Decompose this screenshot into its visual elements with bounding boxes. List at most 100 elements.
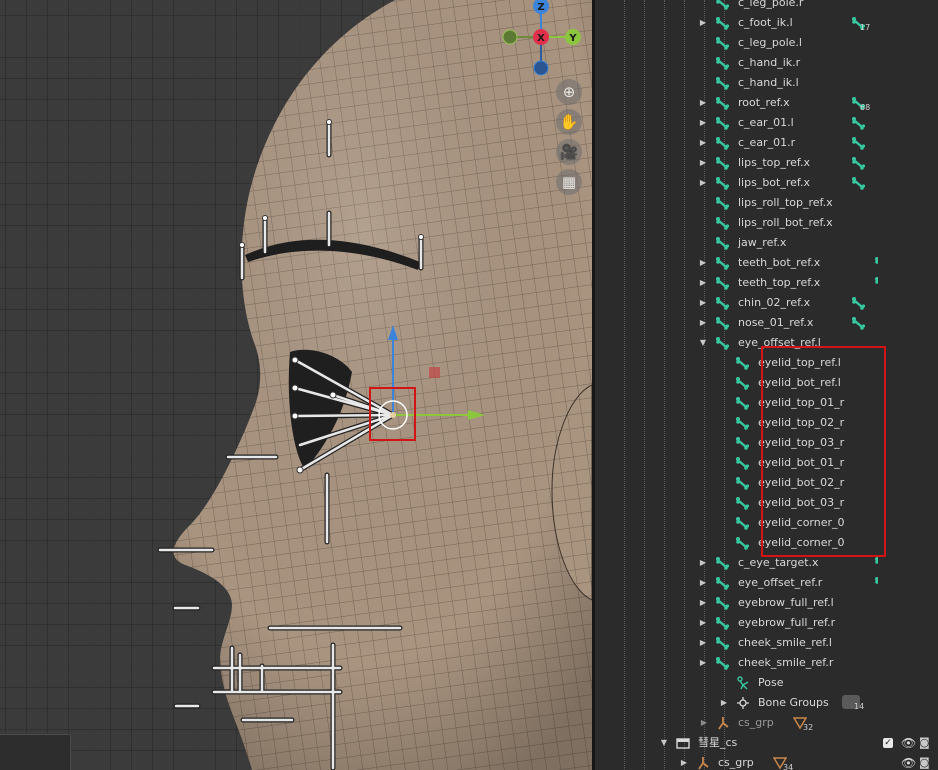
bone-row[interactable]: ▼ eye_offset_ref.l: [595, 333, 938, 353]
bone-row[interactable]: eyelid_bot_ref.l: [595, 373, 938, 393]
child-bone-icon: [851, 136, 866, 150]
bone-row[interactable]: ▶ teeth_bot_ref.x: [595, 253, 938, 273]
3d-viewport[interactable]: Z X Y ⊕ ✋ 🎥 ▦: [0, 0, 592, 770]
bone-row[interactable]: ▶ eyebrow_full_ref.l: [595, 593, 938, 613]
bone-row[interactable]: c_hand_ik.r: [595, 53, 938, 73]
expand-arrow-icon[interactable]: ▶: [698, 633, 708, 653]
bone-label: eyelid_top_02_r: [758, 416, 845, 429]
bone-row[interactable]: c_leg_pole.r: [595, 0, 938, 13]
expand-arrow-icon[interactable]: ▶: [698, 273, 708, 293]
bone-row[interactable]: ▶ lips_top_ref.x: [595, 153, 938, 173]
outliner-panel[interactable]: c_leg_pole.r ▶ c_foot_ik.l 17 c_leg_pole.l c_…: [595, 0, 938, 770]
ortho-grid-icon[interactable]: ▦: [556, 169, 582, 195]
bone-row[interactable]: eyelid_top_03_r: [595, 433, 938, 453]
armature-icon: [718, 717, 729, 730]
zoom-icon[interactable]: ⊕: [556, 79, 582, 105]
bone-icon: [715, 636, 730, 650]
bone-label: c_eye_target.x: [738, 556, 819, 569]
expand-arrow-icon[interactable]: ▶: [698, 593, 708, 613]
camera-view-icon[interactable]: 🎥: [556, 139, 582, 165]
render-camera-icon[interactable]: ◙: [919, 733, 930, 753]
expand-arrow-icon[interactable]: ▶: [698, 653, 708, 673]
bone-icon: [735, 436, 750, 450]
bone-row[interactable]: eyelid_top_ref.l: [595, 353, 938, 373]
bone-row[interactable]: ▶ root_ref.x 68: [595, 93, 938, 113]
pose-row[interactable]: Pose: [595, 673, 938, 693]
bone-row[interactable]: c_hand_ik.l: [595, 73, 938, 93]
cs-grp-row[interactable]: ▶ cs_grp 34 👁 ◙: [595, 753, 938, 770]
bone-row[interactable]: eyelid_top_01_r: [595, 393, 938, 413]
bone-label: root_ref.x: [738, 96, 790, 109]
pose-icon: [737, 676, 749, 690]
bone-groups-row[interactable]: ▶ Bone Groups 14: [595, 693, 938, 713]
bone-row[interactable]: ▶ lips_bot_ref.x: [595, 173, 938, 193]
expand-arrow-icon[interactable]: ▶: [698, 113, 708, 133]
bone-label: cheek_smile_ref.r: [738, 656, 834, 669]
collapse-arrow-icon[interactable]: ▼: [698, 333, 708, 353]
expand-arrow-icon[interactable]: ▶: [698, 153, 708, 173]
armature-icon: [698, 757, 709, 770]
bone-row[interactable]: c_leg_pole.l: [595, 33, 938, 53]
bone-icon: [715, 236, 730, 250]
expand-arrow-icon[interactable]: ▶: [698, 13, 708, 33]
expand-arrow-icon[interactable]: ▶: [699, 713, 709, 733]
cs-grp-row[interactable]: ▶ cs_grp 32: [595, 713, 938, 733]
bone-icon: [715, 116, 730, 130]
bone-row[interactable]: ▶ eye_offset_ref.r: [595, 573, 938, 593]
bone-label: nose_01_ref.x: [738, 316, 814, 329]
bone-row[interactable]: eyelid_corner_0: [595, 513, 938, 533]
bone-row[interactable]: ▶ cheek_smile_ref.r: [595, 653, 938, 673]
bone-row[interactable]: eyelid_top_02_r: [595, 413, 938, 433]
bone-icon: [715, 336, 730, 350]
expand-arrow-icon[interactable]: ▶: [719, 693, 729, 713]
expand-arrow-icon[interactable]: ▶: [698, 93, 708, 113]
bone-row[interactable]: ▶ nose_01_ref.x: [595, 313, 938, 333]
bone-icon: [735, 536, 750, 550]
bone-icon: [715, 556, 730, 570]
bone-row[interactable]: eyelid_bot_01_r: [595, 453, 938, 473]
bone-row[interactable]: ▶ c_ear_01.r: [595, 133, 938, 153]
expand-arrow-icon[interactable]: ▶: [698, 293, 708, 313]
bone-row[interactable]: ▶ c_eye_target.x: [595, 553, 938, 573]
bone-row[interactable]: ▶ eyebrow_full_ref.r: [595, 613, 938, 633]
bone-icon: [735, 396, 750, 410]
bone-icon: [715, 256, 730, 270]
cs-grp-count: 32: [803, 723, 814, 732]
bone-row[interactable]: ▶ chin_02_ref.x: [595, 293, 938, 313]
expand-arrow-icon[interactable]: ▶: [698, 133, 708, 153]
expand-arrow-icon[interactable]: ▶: [698, 613, 708, 633]
bone-row[interactable]: eyelid_bot_02_r: [595, 473, 938, 493]
bone-row[interactable]: jaw_ref.x: [595, 233, 938, 253]
expand-arrow-icon[interactable]: ▶: [698, 173, 708, 193]
bone-row[interactable]: ▶ cheek_smile_ref.l: [595, 633, 938, 653]
expand-arrow-icon[interactable]: ▶: [679, 753, 689, 770]
bone-row[interactable]: eyelid_corner_0: [595, 533, 938, 553]
child-bone-icon: [851, 296, 866, 310]
bone-row[interactable]: ▶ c_ear_01.l: [595, 113, 938, 133]
expand-arrow-icon[interactable]: ▶: [698, 253, 708, 273]
child-bone-icon: [851, 176, 866, 190]
include-checkbox[interactable]: ✓: [883, 738, 893, 748]
bone-row[interactable]: lips_roll_top_ref.x: [595, 193, 938, 213]
bone-row[interactable]: lips_roll_bot_ref.x: [595, 213, 938, 233]
bone-row[interactable]: ▶ teeth_top_ref.x: [595, 273, 938, 293]
bone-row[interactable]: eyelid_bot_03_r: [595, 493, 938, 513]
expand-arrow-icon[interactable]: ▶: [698, 553, 708, 573]
expand-arrow-icon[interactable]: ▶: [698, 573, 708, 593]
bone-label: teeth_top_ref.x: [738, 276, 821, 289]
bone-label: eyebrow_full_ref.l: [738, 596, 834, 609]
render-camera-icon[interactable]: ◙: [919, 753, 930, 770]
bone-label: eyebrow_full_ref.r: [738, 616, 836, 629]
collection-row[interactable]: ▼ 彗星_cs ✓ 👁 ◙: [595, 733, 938, 753]
child-bone-icon: [874, 256, 878, 270]
gizmo-z-label: Z: [537, 2, 544, 13]
pose-label: Pose: [758, 676, 784, 689]
bone-icon: [715, 16, 730, 30]
collapse-arrow-icon[interactable]: ▼: [659, 733, 669, 753]
visibility-eye-icon[interactable]: 👁: [901, 733, 916, 753]
expand-arrow-icon[interactable]: ▶: [698, 313, 708, 333]
viewport-scene[interactable]: Z X Y: [0, 0, 592, 770]
visibility-eye-icon[interactable]: 👁: [901, 753, 916, 770]
bone-row[interactable]: ▶ c_foot_ik.l 17: [595, 13, 938, 33]
pan-hand-icon[interactable]: ✋: [556, 109, 582, 135]
